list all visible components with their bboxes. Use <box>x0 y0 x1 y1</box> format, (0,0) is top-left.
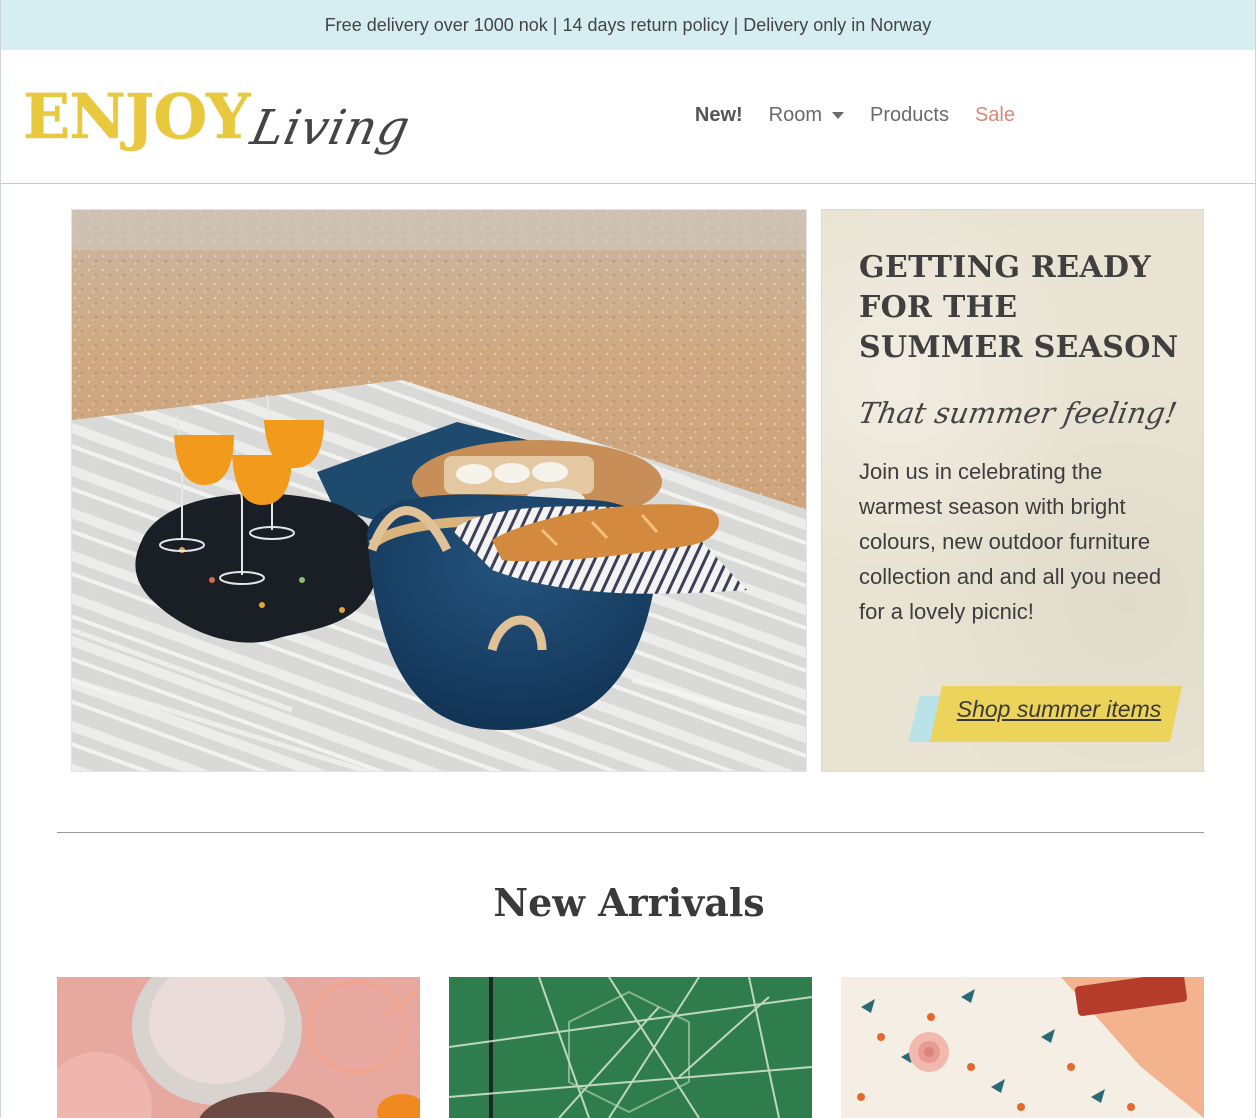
product-card-tableware[interactable] <box>57 977 420 1118</box>
nav-item-products[interactable]: Products <box>870 104 949 127</box>
nav-item-room[interactable]: Room <box>768 104 845 127</box>
product-card-tiles[interactable] <box>449 977 812 1118</box>
logo-script-text: Living <box>245 100 415 156</box>
logo-main-text: ENJOY <box>23 80 251 153</box>
nav-item-new[interactable]: New! <box>695 104 743 127</box>
announcement-bar: Free delivery over 1000 nok | 14 days re… <box>1 0 1255 50</box>
chevron-down-icon <box>832 112 845 119</box>
site-header: ENJOY Living New! Room Products Sale <box>1 50 1255 184</box>
picnic-illustration <box>72 210 806 771</box>
tableware-image <box>57 977 420 1118</box>
section-divider <box>57 832 1204 833</box>
announcement-text: Free delivery over 1000 nok | 14 days re… <box>324 14 932 35</box>
nav-item-sale[interactable]: Sale <box>975 104 1015 127</box>
shop-summer-items-label: Shop summer items <box>956 696 1162 722</box>
hero-description: Join us in celebrating the warmest seaso… <box>859 459 1162 624</box>
new-arrivals-title: New Arrivals <box>493 880 765 925</box>
nav-item-room-label: Room <box>768 104 823 126</box>
shop-summer-items-button[interactable]: Shop summer items <box>908 686 1182 742</box>
product-card-bedding[interactable] <box>841 977 1204 1118</box>
hero-image <box>71 209 807 772</box>
bedding-image <box>841 977 1204 1118</box>
site-logo[interactable]: ENJOY Living <box>23 80 415 157</box>
hero-title: GETTING READY FOR THE SUMMER SEASON <box>859 250 1179 365</box>
hero-panel: GETTING READY FOR THE SUMMER SEASON That… <box>821 209 1204 772</box>
hero-script-tagline: That summer feeling! <box>856 396 1180 430</box>
main-nav: New! Room Products Sale <box>695 104 1015 127</box>
tiles-image <box>449 977 812 1118</box>
page: Free delivery over 1000 nok | 14 days re… <box>0 0 1256 1118</box>
